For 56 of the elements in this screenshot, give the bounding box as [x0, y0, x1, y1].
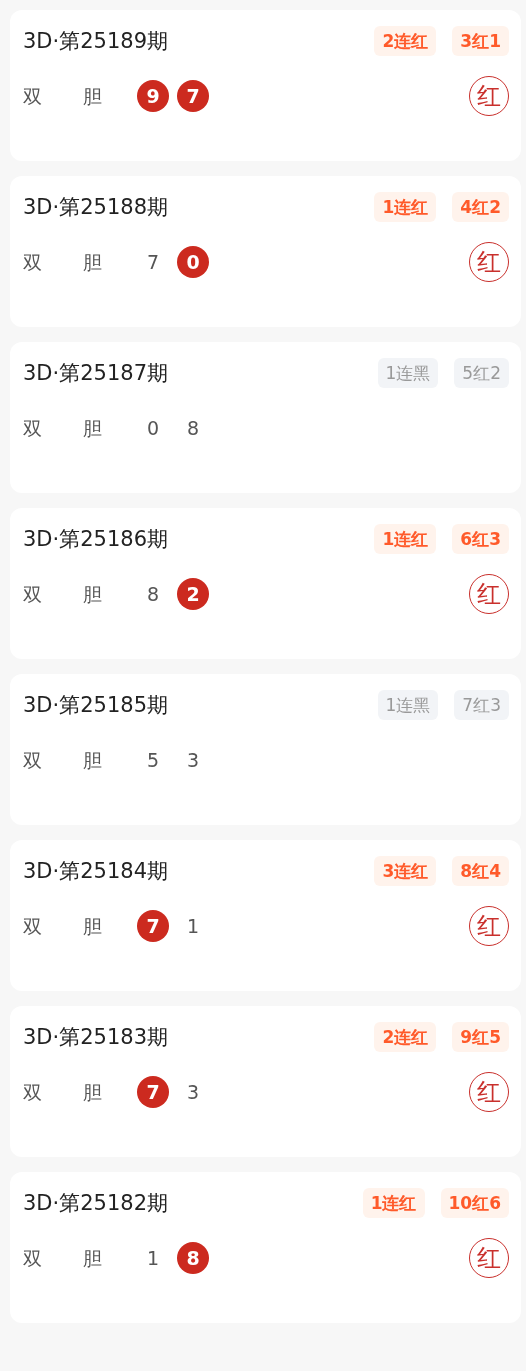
streak-tag: 3红1 — [452, 26, 509, 56]
streak-tag: 3连红 — [374, 856, 437, 886]
bet-label: 胆 — [83, 913, 103, 939]
streak-tag: 2连红 — [374, 26, 437, 56]
digit: 7 — [137, 910, 169, 942]
bet-label: 双 — [23, 913, 43, 939]
draw-title: 3D·第25189期 — [23, 28, 168, 55]
digit: 0 — [177, 246, 209, 278]
digit: 1 — [185, 913, 201, 939]
streak-tag: 7红3 — [454, 690, 509, 720]
draw-title: 3D·第25186期 — [23, 526, 168, 553]
digit: 3 — [185, 747, 201, 773]
streak-tag: 10红6 — [440, 1188, 509, 1218]
draw-title: 3D·第25184期 — [23, 858, 168, 885]
streak-tag: 9红5 — [452, 1022, 509, 1052]
digit: 8 — [185, 415, 201, 441]
bet-label: 胆 — [83, 1079, 103, 1105]
streak-tag: 5红2 — [454, 358, 509, 388]
draw-title: 3D·第25182期 — [23, 1190, 168, 1217]
streak-tag: 6红3 — [452, 524, 509, 554]
bet-label: 胆 — [83, 415, 103, 441]
digit: 8 — [177, 1242, 209, 1274]
digit: 7 — [145, 249, 161, 275]
bet-label: 胆 — [83, 249, 103, 275]
streak-tag: 1连红 — [374, 192, 437, 222]
bet-label: 胆 — [83, 747, 103, 773]
digit: 0 — [145, 415, 161, 441]
streak-tag: 1连红 — [362, 1188, 425, 1218]
digit: 1 — [145, 1245, 161, 1271]
bet-label: 双 — [23, 249, 43, 275]
streak-tag: 8红4 — [452, 856, 509, 886]
draw-title: 3D·第25187期 — [23, 360, 168, 387]
digit: 5 — [145, 747, 161, 773]
streak-tag: 2连红 — [374, 1022, 437, 1052]
digit: 8 — [145, 581, 161, 607]
draw-title: 3D·第25185期 — [23, 692, 168, 719]
bet-label: 胆 — [83, 1245, 103, 1271]
streak-tag: 1连红 — [374, 524, 437, 554]
draw-title: 3D·第25188期 — [23, 194, 168, 221]
bet-label: 双 — [23, 581, 43, 607]
streak-tag: 1连黑 — [377, 358, 439, 388]
bet-label: 胆 — [83, 581, 103, 607]
digit: 3 — [185, 1079, 201, 1105]
draw-title: 3D·第25183期 — [23, 1024, 168, 1051]
bet-label: 双 — [23, 747, 43, 773]
digit: 9 — [137, 80, 169, 112]
digit: 7 — [177, 80, 209, 112]
bet-label: 双 — [23, 415, 43, 441]
streak-tag: 4红2 — [452, 192, 509, 222]
bet-label: 双 — [23, 83, 43, 109]
digit: 2 — [177, 578, 209, 610]
streak-tag: 1连黑 — [377, 690, 439, 720]
bet-label: 双 — [23, 1245, 43, 1271]
digit: 7 — [137, 1076, 169, 1108]
bet-label: 胆 — [83, 83, 103, 109]
bet-label: 双 — [23, 1079, 43, 1105]
